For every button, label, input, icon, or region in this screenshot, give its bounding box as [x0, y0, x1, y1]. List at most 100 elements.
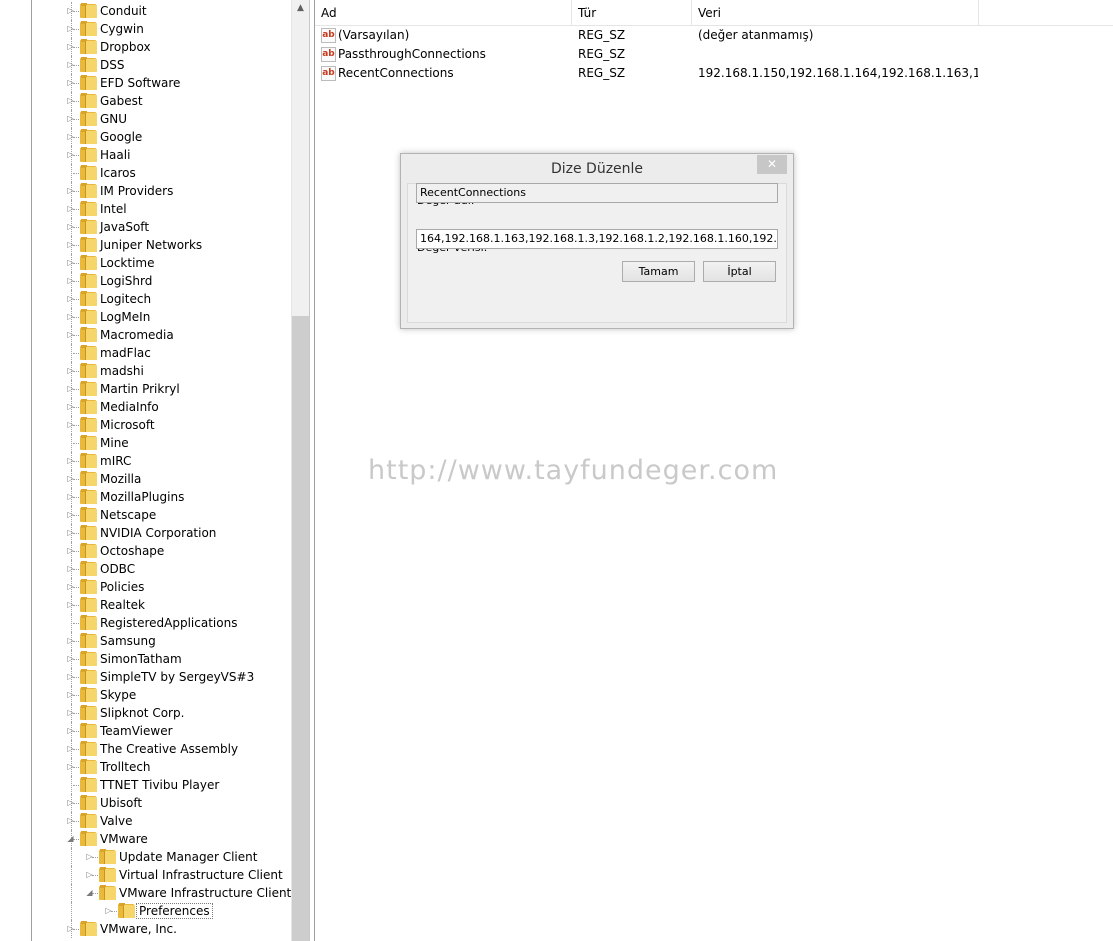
collapsed-arrow-icon[interactable]: ▷	[66, 672, 75, 681]
tree-item[interactable]: ▷ Locktime	[0, 254, 291, 272]
collapsed-arrow-icon[interactable]: ▷	[66, 114, 75, 123]
close-icon[interactable]: ✕	[757, 155, 787, 174]
ok-button[interactable]: Tamam	[622, 261, 695, 282]
tree-item-label[interactable]: Valve	[98, 813, 134, 829]
tree-item-label[interactable]: Microsoft	[98, 417, 157, 433]
collapsed-arrow-icon[interactable]: ▷	[66, 474, 75, 483]
collapsed-arrow-icon[interactable]: ▷	[66, 240, 75, 249]
tree-item[interactable]: ▷ Google	[0, 128, 291, 146]
tree-item[interactable]: RegisteredApplications	[0, 614, 291, 632]
tree-item[interactable]: ▷ MozillaPlugins	[0, 488, 291, 506]
collapsed-arrow-icon[interactable]: ▷	[66, 456, 75, 465]
tree-item-label[interactable]: Logitech	[98, 291, 153, 307]
collapsed-arrow-icon[interactable]: ▷	[66, 510, 75, 519]
tree-item-label[interactable]: Cygwin	[98, 21, 146, 37]
collapsed-arrow-icon[interactable]: ▷	[66, 924, 75, 933]
tree-item-label[interactable]: Locktime	[98, 255, 156, 271]
tree-item[interactable]: ▷ SimpleTV by SergeyVS#3	[0, 668, 291, 686]
cancel-button[interactable]: İptal	[703, 261, 776, 282]
collapsed-arrow-icon[interactable]: ▷	[66, 6, 75, 15]
column-header-name[interactable]: Ad	[315, 0, 572, 25]
tree-item-label[interactable]: Virtual Infrastructure Client	[117, 867, 285, 883]
tree-item[interactable]: ▷ DSS	[0, 56, 291, 74]
value-row[interactable]: ab (Varsayılan) REG_SZ (değer atanmamış)	[315, 26, 1113, 45]
tree-item-label[interactable]: DSS	[98, 57, 126, 73]
tree-item[interactable]: ▷ Trolltech	[0, 758, 291, 776]
tree-item[interactable]: ▷ GNU	[0, 110, 291, 128]
tree-item[interactable]: ▷ Realtek	[0, 596, 291, 614]
tree-item[interactable]: ▷ Martin Prikryl	[0, 380, 291, 398]
collapsed-arrow-icon[interactable]: ▷	[66, 564, 75, 573]
tree-item[interactable]: ▷ MediaInfo	[0, 398, 291, 416]
collapsed-arrow-icon[interactable]: ▷	[66, 654, 75, 663]
column-header-data[interactable]: Veri	[692, 0, 979, 25]
tree-item[interactable]: ▷ Mozilla	[0, 470, 291, 488]
tree-item[interactable]: ▷ mIRC	[0, 452, 291, 470]
tree-item[interactable]: ▷ JavaSoft	[0, 218, 291, 236]
tree-item-label[interactable]: Realtek	[98, 597, 147, 613]
tree-item-label[interactable]: Google	[98, 129, 144, 145]
tree-item[interactable]: ▷ Octoshape	[0, 542, 291, 560]
tree-item-label[interactable]: JavaSoft	[98, 219, 151, 235]
collapsed-arrow-icon[interactable]: ▷	[66, 330, 75, 339]
expanded-arrow-icon[interactable]: ◢	[66, 834, 75, 843]
tree-item[interactable]: ▷ LogiShrd	[0, 272, 291, 290]
tree-item[interactable]: ▷ Logitech	[0, 290, 291, 308]
tree-item[interactable]: ▷ VMware, Inc.	[0, 920, 291, 938]
collapsed-arrow-icon[interactable]: ▷	[66, 402, 75, 411]
tree-item[interactable]: ▷ SimonTatham	[0, 650, 291, 668]
tree-item[interactable]: ▷ Virtual Infrastructure Client	[0, 866, 291, 884]
tree-item-label[interactable]: TTNET Tivibu Player	[98, 777, 221, 793]
collapsed-arrow-icon[interactable]: ▷	[66, 744, 75, 753]
tree-item-label[interactable]: madshi	[98, 363, 146, 379]
tree-item-label[interactable]: madFlac	[98, 345, 153, 361]
tree-item-label[interactable]: SimpleTV by SergeyVS#3	[98, 669, 256, 685]
tree-item[interactable]: ▷ Update Manager Client	[0, 848, 291, 866]
tree-item-label[interactable]: Skype	[98, 687, 138, 703]
collapsed-arrow-icon[interactable]: ▷	[85, 852, 94, 861]
tree-item-label[interactable]: Conduit	[98, 3, 149, 19]
tree-item-label[interactable]: Trolltech	[98, 759, 153, 775]
tree-item-label[interactable]: Gabest	[98, 93, 145, 109]
tree-item-label[interactable]: NVIDIA Corporation	[98, 525, 218, 541]
tree-item[interactable]: ▷ Valve	[0, 812, 291, 830]
tree-item[interactable]: ▷ Haali	[0, 146, 291, 164]
collapsed-arrow-icon[interactable]: ▷	[66, 312, 75, 321]
tree-item[interactable]: Mine	[0, 434, 291, 452]
scroll-up-arrow-icon[interactable]: ▲	[292, 0, 309, 17]
tree-item-label[interactable]: SimonTatham	[98, 651, 184, 667]
tree-item[interactable]: ▷ Ubisoft	[0, 794, 291, 812]
tree-item-label[interactable]: The Creative Assembly	[98, 741, 240, 757]
collapsed-arrow-icon[interactable]: ▷	[66, 528, 75, 537]
tree-item[interactable]: ▷ Microsoft	[0, 416, 291, 434]
collapsed-arrow-icon[interactable]: ▷	[66, 420, 75, 429]
collapsed-arrow-icon[interactable]: ▷	[66, 294, 75, 303]
tree-item[interactable]: ▷ Netscape	[0, 506, 291, 524]
tree-item-label[interactable]: Macromedia	[98, 327, 176, 343]
collapsed-arrow-icon[interactable]: ▷	[66, 726, 75, 735]
value-data-field[interactable]: 164,192.168.1.163,192.168.1.3,192.168.1.…	[416, 229, 778, 249]
tree-item-label[interactable]: RegisteredApplications	[98, 615, 239, 631]
collapsed-arrow-icon[interactable]: ▷	[66, 384, 75, 393]
tree-item[interactable]: TTNET Tivibu Player	[0, 776, 291, 794]
tree-item-label[interactable]: Preferences	[136, 903, 213, 919]
collapsed-arrow-icon[interactable]: ▷	[85, 870, 94, 879]
collapsed-arrow-icon[interactable]: ▷	[66, 546, 75, 555]
tree-item-label[interactable]: mIRC	[98, 453, 133, 469]
tree-item[interactable]: ▷ Macromedia	[0, 326, 291, 344]
column-header-type[interactable]: Tür	[572, 0, 692, 25]
collapsed-arrow-icon[interactable]: ▷	[66, 222, 75, 231]
tree-item[interactable]: ◢ VMware Infrastructure Client	[0, 884, 291, 902]
collapsed-arrow-icon[interactable]: ▷	[66, 96, 75, 105]
tree-item[interactable]: ▷ Skype	[0, 686, 291, 704]
tree-item-label[interactable]: TeamViewer	[98, 723, 175, 739]
tree-item-label[interactable]: MozillaPlugins	[98, 489, 186, 505]
collapsed-arrow-icon[interactable]: ▷	[104, 906, 113, 915]
tree-item-label[interactable]: Martin Prikryl	[98, 381, 182, 397]
tree-item[interactable]: ▷ Intel	[0, 200, 291, 218]
tree-item[interactable]: ▷ Preferences	[0, 902, 291, 920]
tree-item[interactable]: Icaros	[0, 164, 291, 182]
collapsed-arrow-icon[interactable]: ▷	[66, 150, 75, 159]
tree-item[interactable]: ▷ Slipknot Corp.	[0, 704, 291, 722]
tree-item-label[interactable]: Slipknot Corp.	[98, 705, 186, 721]
